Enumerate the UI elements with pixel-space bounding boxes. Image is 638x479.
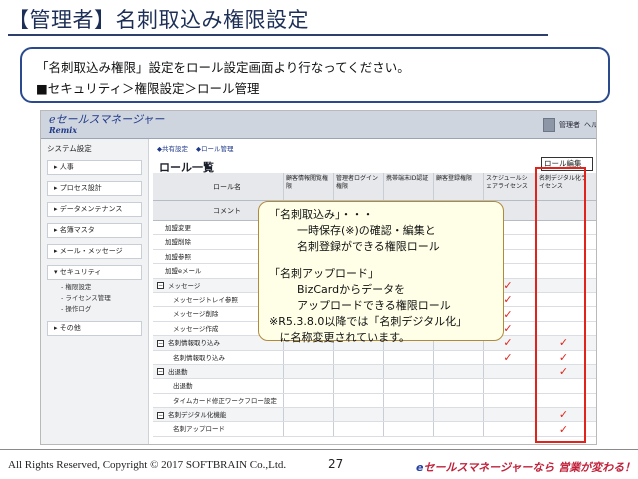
permission-cell[interactable] <box>283 408 333 422</box>
permission-cell[interactable] <box>333 364 383 379</box>
brand-tagline: eセールスマネージャーなら 営業が変わる！ <box>416 459 635 475</box>
sidebar-item-process[interactable]: ▸ プロセス設計 <box>47 181 142 196</box>
sidebar-subitem-license[interactable]: - ライセンス管理 <box>47 293 142 304</box>
permission-cell[interactable] <box>333 393 383 408</box>
callout-line <box>269 254 493 266</box>
table-row[interactable]: − 出退勤 ✓ <box>153 364 596 380</box>
permission-cell[interactable] <box>383 408 433 422</box>
user-label: 管理者 <box>559 121 580 129</box>
permission-cell[interactable] <box>383 422 433 436</box>
app-logo: eセールスマネージャー Remix <box>49 113 165 135</box>
permission-cell[interactable] <box>483 364 533 379</box>
row-label: 名刺アップロード <box>173 425 225 434</box>
breadcrumb: ◆共有設定 ◆ロール管理 <box>157 143 234 153</box>
permission-cell[interactable] <box>333 379 383 393</box>
header-role-name: ロール名 <box>213 183 241 191</box>
permission-cell[interactable] <box>433 379 483 393</box>
table-row[interactable]: − 名刺デジタル化機能 ✓ <box>153 408 596 423</box>
slide: 【管理者】名刺取込み権限設定 「名刺取込み権限」設定をロール設定画面より行なって… <box>0 0 638 479</box>
row-label: − 出退勤 <box>157 367 188 376</box>
callout-line: 「名刺アップロード」 <box>269 267 379 281</box>
permission-cell[interactable] <box>383 350 433 364</box>
copyright: All Rights Reserved, Copyright © 2017 SO… <box>8 459 287 471</box>
slide-title: 【管理者】名刺取込み権限設定 <box>8 8 309 32</box>
permission-cell[interactable] <box>483 408 533 422</box>
sidebar-subitem-log[interactable]: - 操作ログ <box>47 304 142 315</box>
page-number: 27 <box>328 457 344 471</box>
permission-cell[interactable] <box>433 408 483 422</box>
permission-cell[interactable] <box>483 379 533 393</box>
sidebar-item-data[interactable]: ▸ データメンテナンス <box>47 202 142 217</box>
permission-cell[interactable] <box>483 393 533 408</box>
callout-line: 名刺登録ができる権限ロール <box>269 239 440 253</box>
permission-cell[interactable] <box>433 350 483 364</box>
permission-cell[interactable] <box>283 350 333 364</box>
collapse-icon[interactable]: − <box>157 368 164 376</box>
sidebar-title: システム設定 <box>47 144 92 153</box>
help-link[interactable]: ヘル <box>584 120 596 130</box>
column-header: 顧客情報閲覧権限 <box>283 173 333 200</box>
title-rule <box>8 34 548 36</box>
table-header-row: ロール名 顧客情報閲覧権限 管理者ログイン権限 携帯端末ID認証 顧客登録権限 … <box>153 173 596 201</box>
permission-cell[interactable] <box>433 422 483 436</box>
column-header: 顧客登録権限 <box>433 173 483 200</box>
sidebar-item-master[interactable]: ▸ 名簿マスタ <box>47 223 142 238</box>
instruction-line-2: ■セキュリティ＞権限設定＞ロール管理 <box>36 81 260 96</box>
callout-line: 「名刺取込み」・・・ <box>269 208 374 221</box>
sidebar-item-mail[interactable]: ▸ メール・メッセージ <box>47 244 142 259</box>
row-label: 出退勤 <box>173 382 193 391</box>
table-row[interactable]: 出退勤 <box>153 379 596 394</box>
permission-cell[interactable] <box>283 422 333 436</box>
tab-shared-settings[interactable]: ◆共有設定 <box>157 143 188 153</box>
app-header: eセールスマネージャー Remix 管理者 ヘル <box>41 111 596 139</box>
permission-cell[interactable] <box>383 393 433 408</box>
permission-cell[interactable] <box>483 422 533 436</box>
collapse-icon[interactable]: − <box>157 282 164 290</box>
sidebar-item-security[interactable]: ▾ セキュリティ <box>47 265 142 280</box>
column-header: 携帯端末ID認証 <box>383 173 433 200</box>
checkmark-icon: ✓ <box>503 350 513 364</box>
sidebar-item-other[interactable]: ▸ その他 <box>47 321 142 336</box>
footer-rule <box>0 449 638 450</box>
table-row[interactable]: 名刺情報取り込み ✓ ✓ <box>153 350 596 365</box>
column-header: 管理者ログイン権限 <box>333 173 383 200</box>
avatar <box>543 118 555 132</box>
callout-line: BizCardからデータを <box>269 283 406 297</box>
brand-text: セールスマネージャーなら 営業が変わる！ <box>423 461 636 474</box>
sidebar-subitem-permissions[interactable]: - 権限設定 <box>47 282 142 293</box>
permission-cell[interactable] <box>433 393 483 408</box>
callout-line: に名称変更されています。 <box>269 330 411 344</box>
tab-role-management[interactable]: ◆ロール管理 <box>196 143 234 153</box>
permission-cell[interactable] <box>333 422 383 436</box>
callout-note: 「名刺取込み」・・・ 一時保存(※)の確認・編集と 名刺登録ができる権限ロール … <box>258 201 504 344</box>
permission-cell[interactable] <box>283 364 333 379</box>
row-label: タイムカード修正ワークフロー設定 <box>173 396 277 405</box>
permission-cell[interactable] <box>383 379 433 393</box>
row-label: 名刺情報取り込み <box>173 353 225 362</box>
collapse-icon[interactable]: − <box>157 339 164 347</box>
sidebar-item-personnel[interactable]: ▸ 人事 <box>47 160 142 175</box>
callout-line: アップロードできる権限ロール <box>269 298 451 312</box>
permission-cell[interactable] <box>333 408 383 422</box>
collapse-icon[interactable]: − <box>157 411 164 419</box>
table-row[interactable]: 名刺アップロード ✓ <box>153 422 596 437</box>
user-menu[interactable]: 管理者 ヘル <box>543 117 596 133</box>
row-label: − 名刺デジタル化機能 <box>157 411 227 420</box>
permission-cell[interactable] <box>283 379 333 393</box>
highlight-frame <box>535 167 586 443</box>
column-header: スケジュールシェアライセンス <box>483 173 533 200</box>
instruction-line-1: 「名刺取込み権限」設定をロール設定画面より行なってください。 <box>36 60 410 75</box>
permission-cell[interactable] <box>433 364 483 379</box>
sidebar: システム設定 ▸ 人事 ▸ プロセス設計 ▸ データメンテナンス ▸ 名簿マスタ… <box>41 139 149 444</box>
permission-cell[interactable] <box>333 350 383 364</box>
table-row[interactable]: タイムカード修正ワークフロー設定 <box>153 393 596 409</box>
instruction-box: 「名刺取込み権限」設定をロール設定画面より行なってください。 ■セキュリティ＞権… <box>20 47 610 103</box>
permission-cell[interactable] <box>383 364 433 379</box>
permission-cell[interactable] <box>283 393 333 408</box>
callout-line: ※R5.3.8.0以降では「名刺デジタル化」 <box>269 314 468 328</box>
callout-line: 一時保存(※)の確認・編集と <box>269 223 436 237</box>
